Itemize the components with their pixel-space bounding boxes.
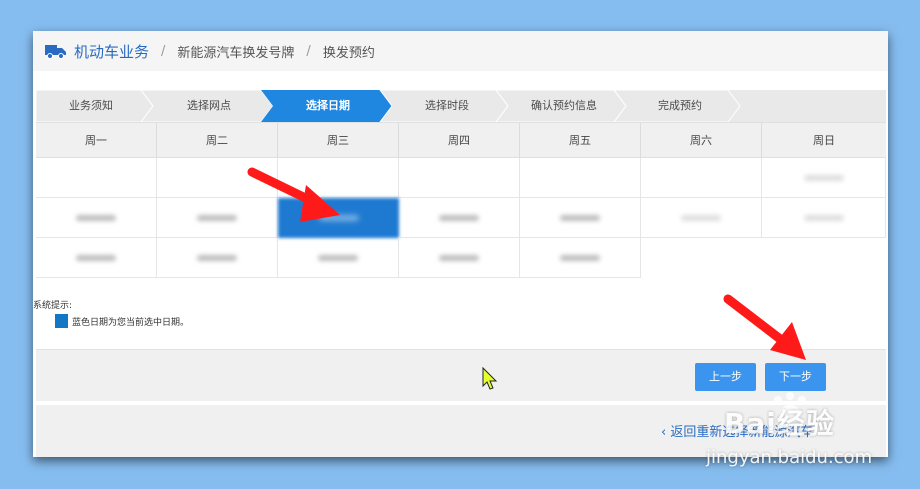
mouse-cursor-icon bbox=[482, 366, 498, 390]
watermark-url: jingyan.baidu.com bbox=[706, 447, 873, 468]
red-arrow-icon bbox=[247, 167, 340, 222]
red-arrow-icon bbox=[723, 294, 806, 360]
watermark-brand: Bai经验 bbox=[724, 407, 835, 440]
